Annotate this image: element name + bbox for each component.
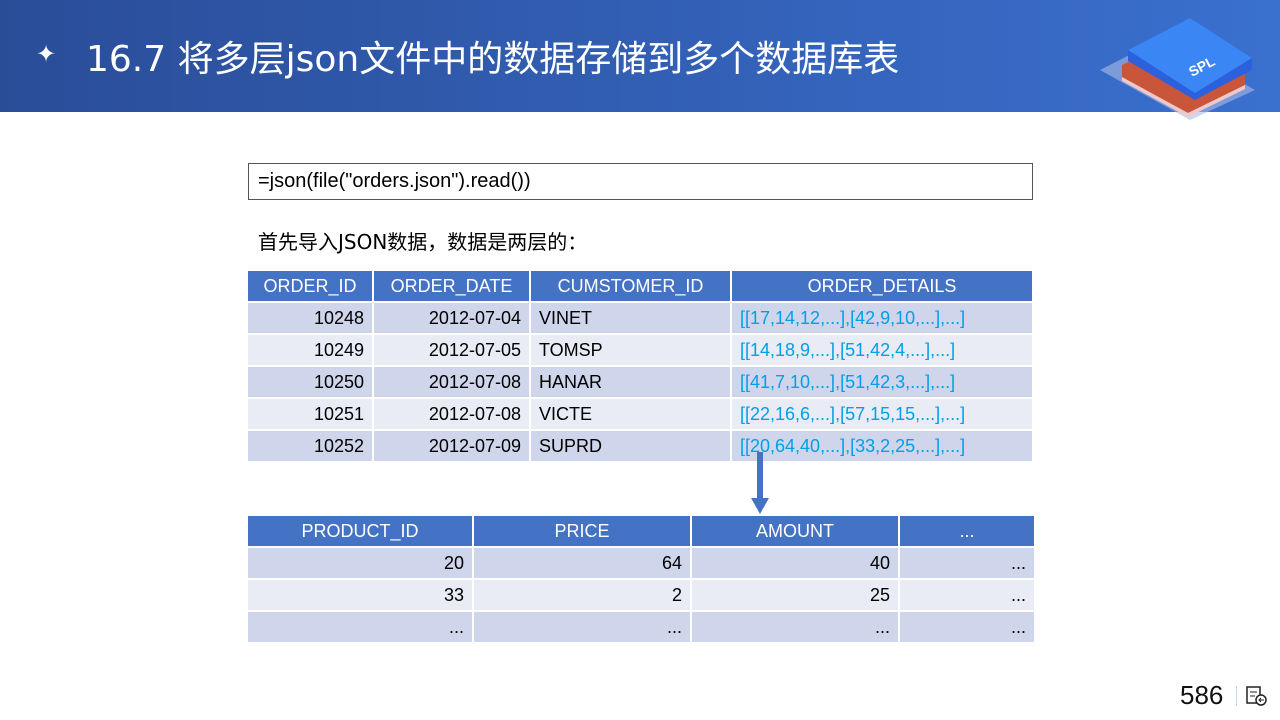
table-cell: HANAR <box>531 367 730 397</box>
table-cell: TOMSP <box>531 335 730 365</box>
details-table: PRODUCT_ID PRICE AMOUNT ... 20 64 40... 33 2… <box>246 514 1036 644</box>
table-row: ............ <box>248 612 1034 642</box>
table-cell: VICTE <box>531 399 730 429</box>
column-header: ORDER_DATE <box>374 271 529 301</box>
table-cell: 25 <box>692 580 898 610</box>
column-header: ORDER_ID <box>248 271 372 301</box>
table-cell: [[20,64,40,...],[33,2,25,...],...] <box>732 431 1032 461</box>
sparkle-icon: ✦ <box>36 41 57 68</box>
table-cell: VINET <box>531 303 730 333</box>
slide-header: ✦ 16.7 将多层json文件中的数据存储到多个数据库表 SPL <box>0 0 1280 120</box>
table-row: 10249 2012-07-05 TOMSP [[14,18,9,...],[51,4… <box>248 335 1032 365</box>
table-row: 10248 2012-07-04 VINET [[17,14,12,...],[42,… <box>248 303 1032 333</box>
arrowhead-icon <box>751 498 769 514</box>
table-cell: 2012-07-05 <box>374 335 529 365</box>
table-cell: 10248 <box>248 303 372 333</box>
table-row: 10250 2012-07-08 HANAR [[41,7,10,...],[51,4… <box>248 367 1032 397</box>
table-row: 10251 2012-07-08 VICTE [[22,16,6,...],[57,1… <box>248 399 1032 429</box>
page-number: 586 <box>1180 680 1224 710</box>
column-header: CUMSTOMER_ID <box>531 271 730 301</box>
table-header-row: PRODUCT_ID PRICE AMOUNT ... <box>248 516 1034 546</box>
table-cell: [[17,14,12,...],[42,9,10,...],...] <box>732 303 1032 333</box>
orders-table: ORDER_ID ORDER_DATE CUMSTOMER_ID ORDER_D… <box>246 269 1034 463</box>
divider <box>1236 686 1237 706</box>
spl-cookbook-logo: SPL <box>1100 18 1255 120</box>
table-cell: [[41,7,10,...],[51,42,3,...],...] <box>732 367 1032 397</box>
table-cell: [[22,16,6,...],[57,15,15,...],...] <box>732 399 1032 429</box>
table-cell: 10252 <box>248 431 372 461</box>
table-cell: 40 <box>692 548 898 578</box>
table-cell: 20 <box>248 548 472 578</box>
table-cell: ... <box>900 580 1034 610</box>
table-cell: 2 <box>474 580 690 610</box>
table-header-row: ORDER_ID ORDER_DATE CUMSTOMER_ID ORDER_D… <box>248 271 1032 301</box>
table-cell: 2012-07-09 <box>374 431 529 461</box>
table-row: 33 2 25... <box>248 580 1034 610</box>
table-cell: 10249 <box>248 335 372 365</box>
table-cell: ... <box>900 612 1034 642</box>
table-cell: 10251 <box>248 399 372 429</box>
table-cell: 10250 <box>248 367 372 397</box>
table-cell: ... <box>474 612 690 642</box>
column-header: ... <box>900 516 1034 546</box>
table-row: 20 64 40... <box>248 548 1034 578</box>
table-cell: ... <box>248 612 472 642</box>
column-header: ORDER_DETAILS <box>732 271 1032 301</box>
column-header: PRICE <box>474 516 690 546</box>
table-row: 10252 2012-07-09 SUPRD [[20,64,40,...],[33,… <box>248 431 1032 461</box>
table-cell: ... <box>900 548 1034 578</box>
table-cell: 2012-07-08 <box>374 399 529 429</box>
column-header: PRODUCT_ID <box>248 516 472 546</box>
column-header: AMOUNT <box>692 516 898 546</box>
table-cell: [[14,18,9,...],[51,42,4,...],...] <box>732 335 1032 365</box>
table-cell: 33 <box>248 580 472 610</box>
table-cell: 64 <box>474 548 690 578</box>
table-cell: ... <box>692 612 898 642</box>
formula-cell: =json(file("orders.json").read()) <box>248 163 1033 200</box>
down-arrow-icon <box>757 452 763 500</box>
slide-title: 16.7 将多层json文件中的数据存储到多个数据库表 <box>86 39 900 80</box>
table-cell: 2012-07-08 <box>374 367 529 397</box>
description-text: 首先导入JSON数据，数据是两层的： <box>258 230 588 254</box>
table-cell: SUPRD <box>531 431 730 461</box>
table-cell: 2012-07-04 <box>374 303 529 333</box>
slide-notes-icon[interactable] <box>1246 686 1268 706</box>
